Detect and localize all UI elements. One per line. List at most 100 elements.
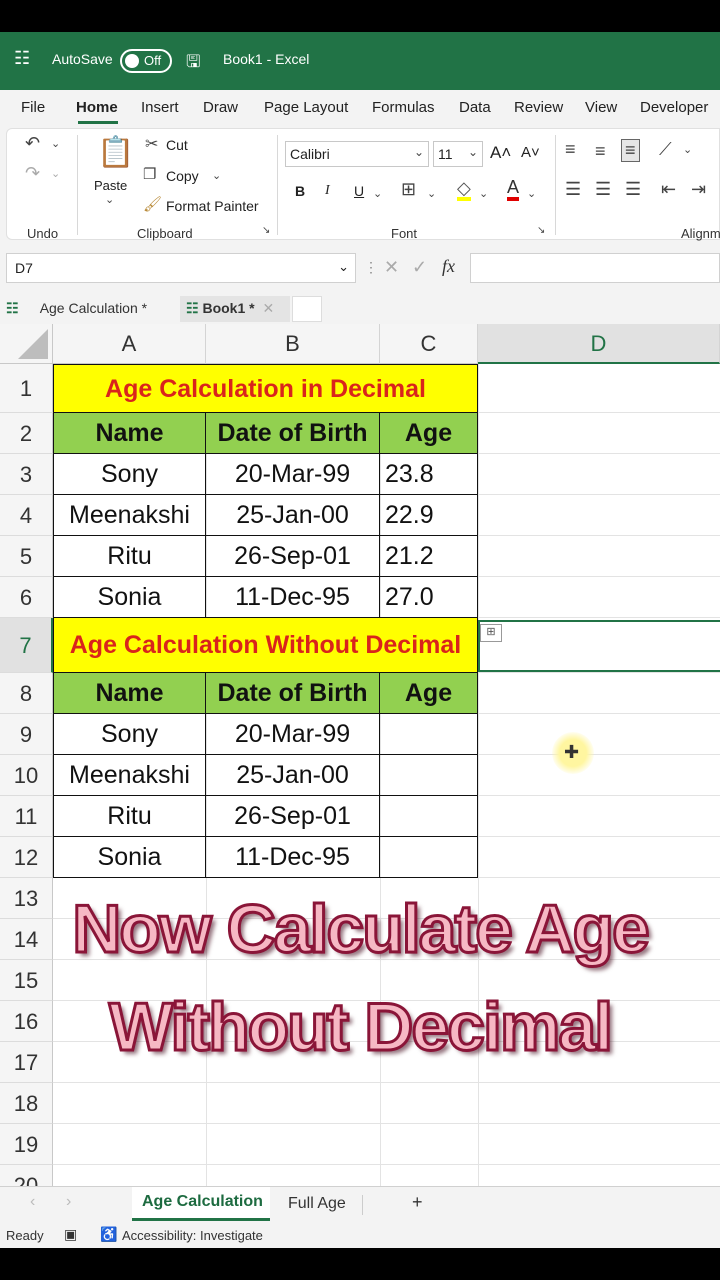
accessibility-icon[interactable]: ♿ — [100, 1226, 117, 1243]
align-right-icon[interactable]: ☰ — [625, 179, 641, 200]
table2-cell-age[interactable] — [380, 714, 478, 755]
chevron-down-icon[interactable]: ⌄ — [373, 187, 382, 200]
row-header-10[interactable]: 10 — [0, 755, 53, 796]
table1-header-dob[interactable]: Date of Birth — [206, 413, 380, 454]
name-box[interactable]: D7 ⌄ — [6, 253, 356, 283]
row-header-12[interactable]: 12 — [0, 837, 53, 878]
table1-title[interactable]: Age Calculation in Decimal — [53, 364, 478, 413]
format-painter-button[interactable]: Format Painter — [166, 198, 259, 214]
select-all-corner[interactable] — [0, 324, 53, 364]
chevron-down-icon[interactable]: ⌄ — [105, 193, 114, 206]
tab-developer[interactable]: Developer — [640, 99, 708, 116]
row-header-7[interactable]: 7 — [0, 618, 53, 673]
row-header-4[interactable]: 4 — [0, 495, 53, 536]
formula-input[interactable] — [470, 253, 720, 283]
row-header-13[interactable]: 13 — [0, 878, 53, 919]
table1-header-name[interactable]: Name — [53, 413, 206, 454]
row-header-17[interactable]: 17 — [0, 1042, 53, 1083]
font-family-select[interactable]: Calibri ⌄ — [285, 141, 429, 167]
table2-cell-name[interactable]: Sonia — [53, 837, 206, 878]
table1-cell-age[interactable]: 27.0 — [380, 577, 478, 618]
table1-cell-name[interactable]: Sony — [53, 454, 206, 495]
table1-cell-dob[interactable]: 20-Mar-99 — [206, 454, 380, 495]
close-icon[interactable]: ✕ — [262, 300, 274, 316]
borders-icon[interactable]: ⊞ — [401, 179, 416, 200]
row-header-16[interactable]: 16 — [0, 1001, 53, 1042]
table2-header-age[interactable]: Age — [380, 673, 478, 714]
table1-cell-name[interactable]: Sonia — [53, 577, 206, 618]
undo-icon[interactable]: ↶ — [25, 133, 40, 154]
sheet-tab-age-calculation[interactable]: Age Calculation — [142, 1193, 263, 1211]
table1-header-age[interactable]: Age — [380, 413, 478, 454]
insert-function-button[interactable]: fx — [442, 256, 455, 277]
row-header-19[interactable]: 19 — [0, 1124, 53, 1165]
increase-font-size-button[interactable]: A˄ — [490, 143, 511, 163]
decrease-font-size-button[interactable]: A˅ — [521, 144, 540, 161]
table2-cell-name[interactable]: Sony — [53, 714, 206, 755]
table1-cell-name[interactable]: Ritu — [53, 536, 206, 577]
italic-button[interactable]: I — [325, 183, 330, 199]
macro-record-icon[interactable]: ▣ — [64, 1226, 77, 1243]
chevron-down-icon[interactable]: ⌄ — [212, 169, 221, 182]
tab-draw[interactable]: Draw — [203, 99, 238, 116]
table2-cell-dob[interactable]: 25-Jan-00 — [206, 755, 380, 796]
scissors-icon[interactable]: ✂ — [145, 134, 158, 154]
table2-cell-dob[interactable]: 20-Mar-99 — [206, 714, 380, 755]
column-header-b[interactable]: B — [206, 324, 380, 364]
tab-page-layout[interactable]: Page Layout — [264, 99, 348, 116]
dialog-launcher-icon[interactable]: ↘ — [262, 225, 270, 236]
underline-button[interactable]: U — [354, 183, 364, 199]
decrease-indent-icon[interactable]: ⇤ — [661, 179, 676, 200]
row-header-3[interactable]: 3 — [0, 454, 53, 495]
workbook-tab-book1[interactable]: ☷ Book1 * ✕ — [180, 296, 290, 322]
table2-cell-name[interactable]: Ritu — [53, 796, 206, 837]
paste-icon[interactable]: 📋 — [97, 135, 134, 170]
orientation-icon[interactable]: ⟋ — [659, 139, 672, 160]
row-header-1[interactable]: 1 — [0, 364, 53, 413]
increase-indent-icon[interactable]: ⇥ — [691, 179, 706, 200]
table2-cell-age[interactable] — [380, 755, 478, 796]
enter-icon[interactable]: ✓ — [412, 257, 427, 278]
paste-options-icon[interactable]: ⊞ — [480, 624, 502, 642]
tab-formulas[interactable]: Formulas — [372, 99, 435, 116]
save-icon[interactable]: 🖫 — [186, 49, 200, 78]
align-middle-icon[interactable]: ≡ — [595, 141, 606, 162]
new-tab-button[interactable] — [292, 296, 322, 322]
redo-icon[interactable]: ↷ — [25, 163, 40, 184]
chevron-down-icon[interactable]: ⌄ — [683, 143, 692, 156]
font-color-icon[interactable]: A — [507, 177, 520, 201]
align-center-icon[interactable]: ☰ — [595, 179, 611, 200]
chevron-down-icon[interactable]: ⌄ — [527, 187, 536, 200]
column-header-a[interactable]: A — [53, 324, 206, 364]
row-header-2[interactable]: 2 — [0, 413, 53, 454]
align-top-icon[interactable]: ≡ — [565, 139, 576, 160]
table1-cell-name[interactable]: Meenakshi — [53, 495, 206, 536]
more-options-icon[interactable]: ⋮ — [364, 259, 378, 276]
table2-cell-dob[interactable]: 26-Sep-01 — [206, 796, 380, 837]
table1-cell-age[interactable]: 23.8 — [380, 454, 478, 495]
format-painter-icon[interactable]: 🖌 — [143, 195, 162, 213]
tab-insert[interactable]: Insert — [141, 99, 179, 116]
table1-cell-age[interactable]: 21.2 — [380, 536, 478, 577]
row-header-15[interactable]: 15 — [0, 960, 53, 1001]
accessibility-status[interactable]: Accessibility: Investigate — [122, 1228, 263, 1243]
table2-header-name[interactable]: Name — [53, 673, 206, 714]
chevron-down-icon[interactable]: ⌄ — [427, 187, 436, 200]
row-header-5[interactable]: 5 — [0, 536, 53, 577]
tab-home[interactable]: Home — [76, 99, 118, 116]
align-left-icon[interactable]: ☰ — [565, 179, 581, 200]
tab-review[interactable]: Review — [514, 99, 563, 116]
fill-color-icon[interactable]: ◇ — [457, 179, 471, 201]
row-header-18[interactable]: 18 — [0, 1083, 53, 1124]
dialog-launcher-icon[interactable]: ↘ — [537, 225, 545, 236]
autosave-toggle[interactable]: Off — [120, 49, 172, 73]
scroll-right-icon[interactable]: › — [66, 1193, 71, 1211]
table1-cell-dob[interactable]: 26-Sep-01 — [206, 536, 380, 577]
table2-cell-dob[interactable]: 11-Dec-95 — [206, 837, 380, 878]
copy-button[interactable]: Copy — [166, 168, 199, 184]
scroll-left-icon[interactable]: ‹ — [30, 1193, 35, 1211]
row-header-9[interactable]: 9 — [0, 714, 53, 755]
font-size-select[interactable]: 11 ⌄ — [433, 141, 483, 167]
table1-cell-dob[interactable]: 25-Jan-00 — [206, 495, 380, 536]
tab-data[interactable]: Data — [459, 99, 491, 116]
